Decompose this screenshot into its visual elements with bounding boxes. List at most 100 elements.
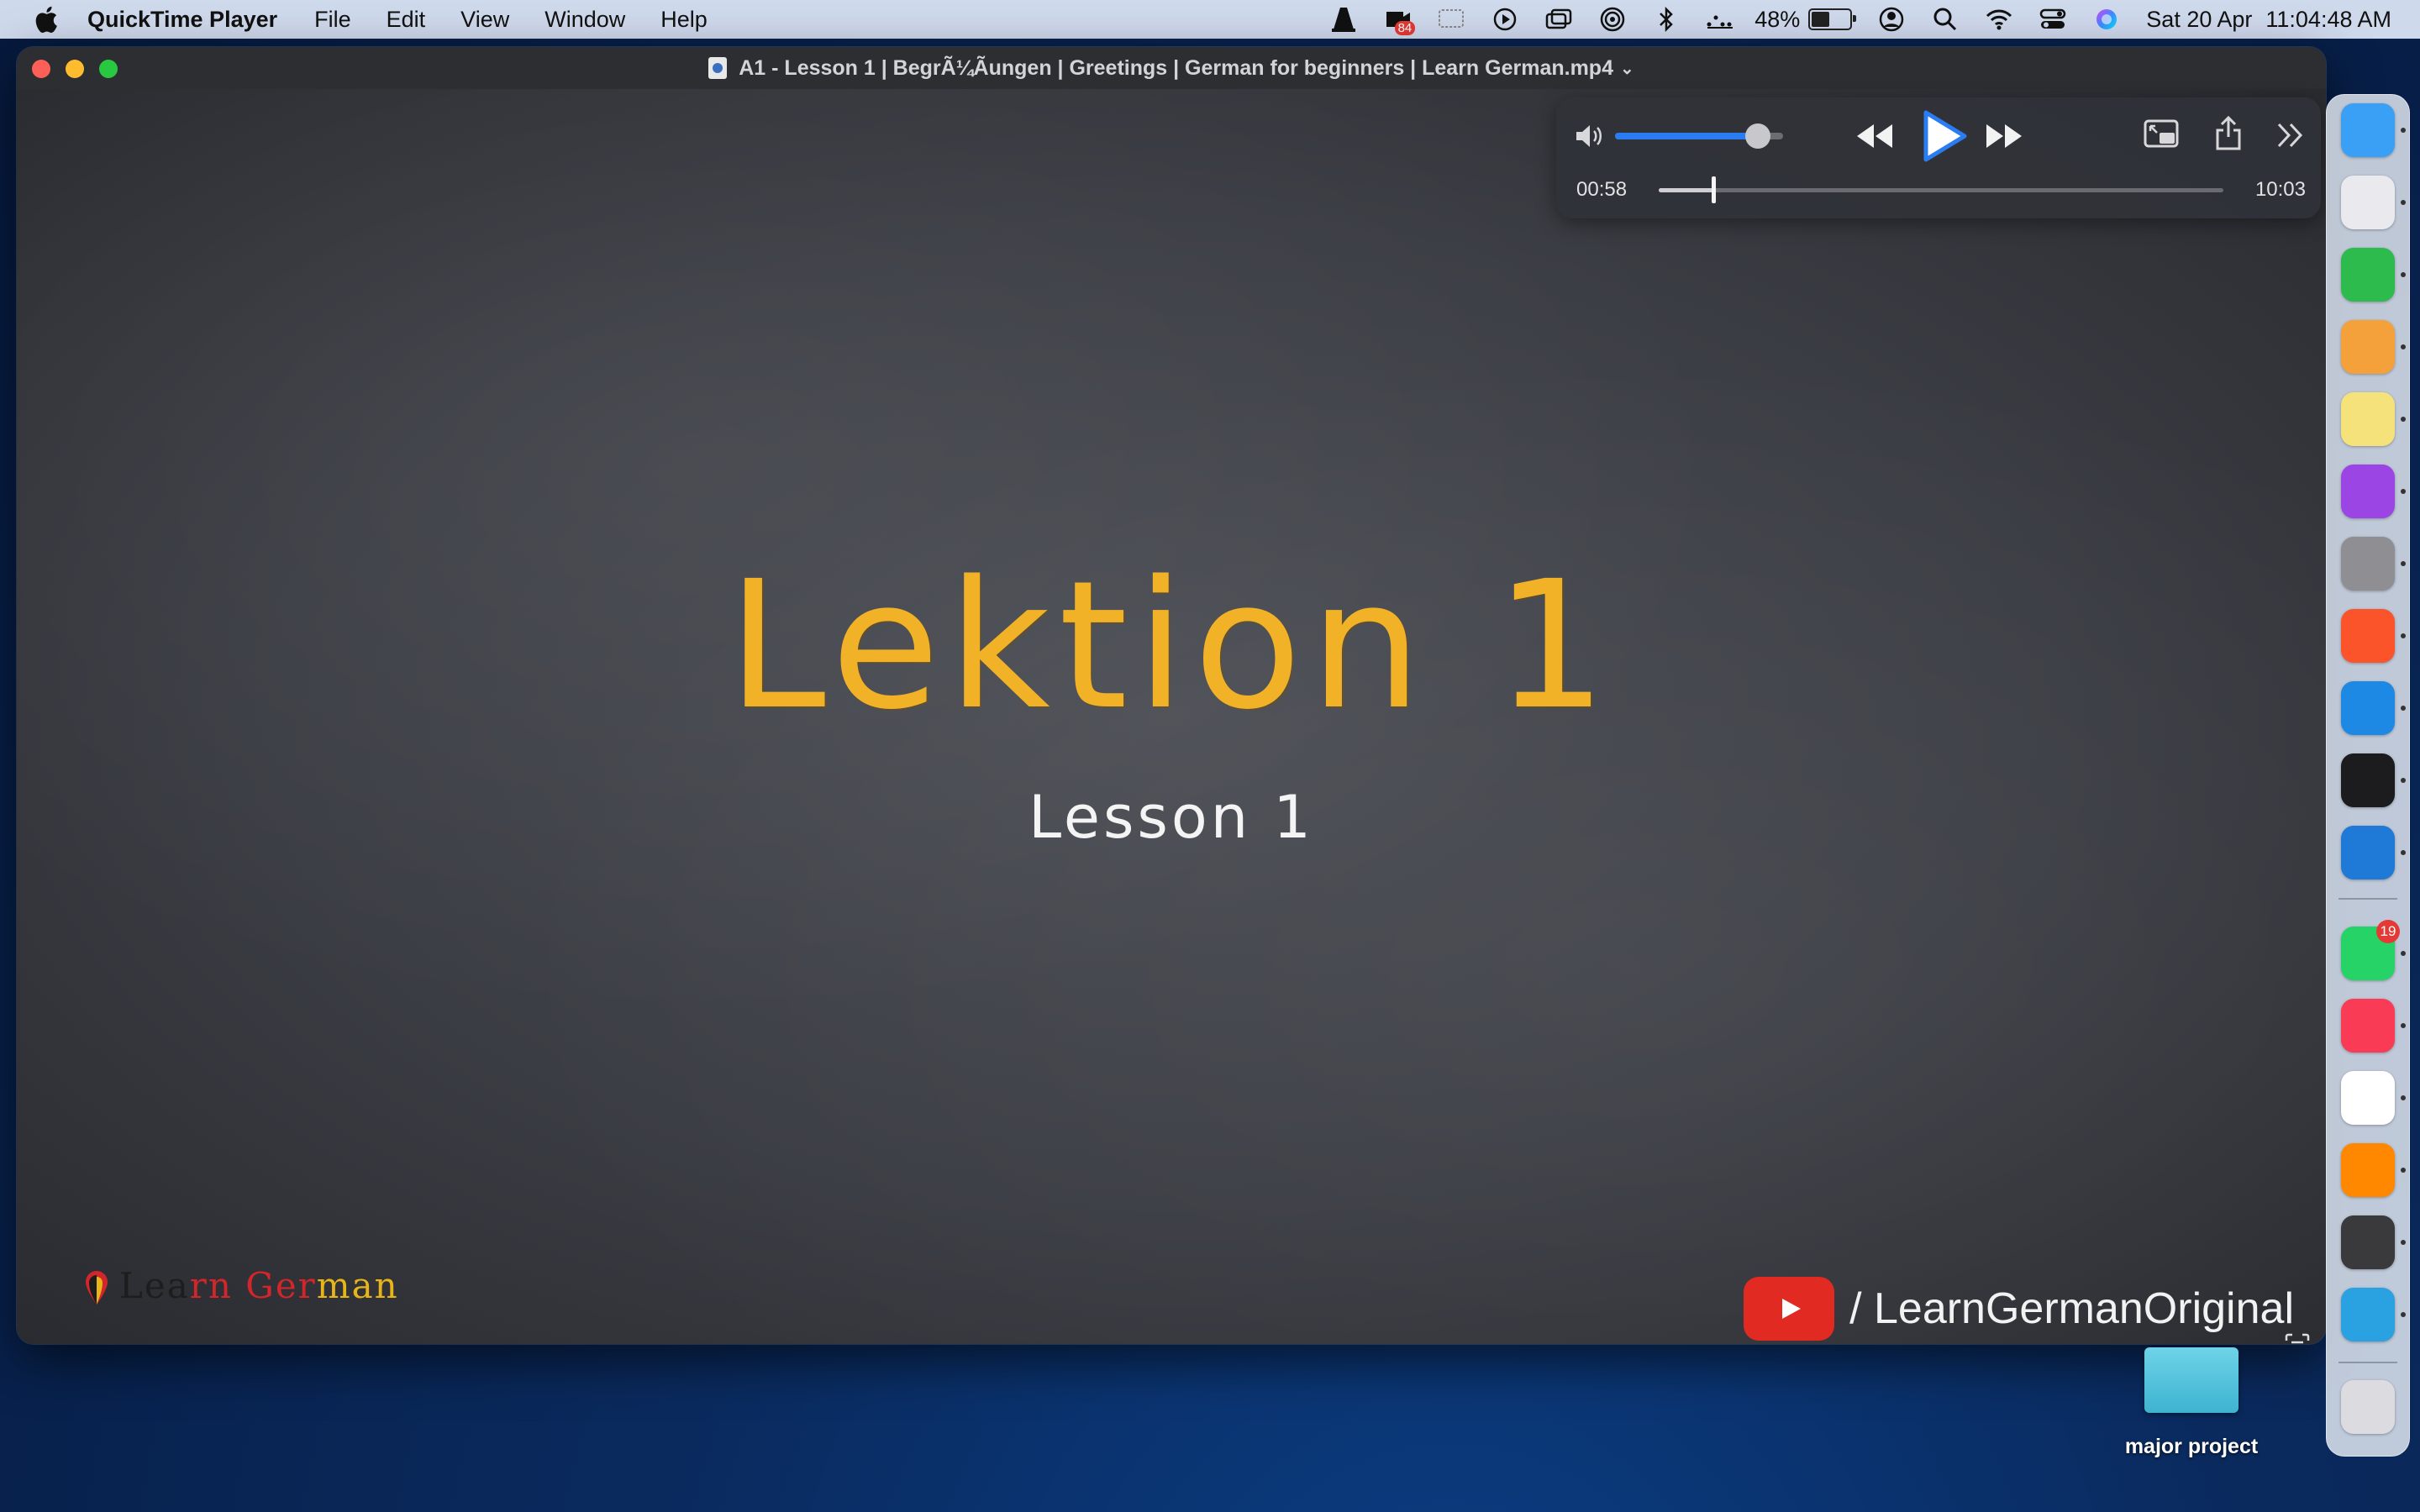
logo-mark-icon (86, 1271, 108, 1305)
menu-app-name[interactable]: QuickTime Player (87, 7, 277, 33)
playhead[interactable] (1711, 176, 1716, 203)
windows-icon[interactable] (1544, 5, 1573, 34)
logo-text-part2: rn Ger (189, 1265, 317, 1306)
menu-file[interactable]: File (314, 7, 351, 33)
more-options-icon[interactable] (2275, 121, 2306, 150)
dock-brave-icon[interactable] (2341, 609, 2395, 663)
menubar-time[interactable]: 11:04:48 AM (2265, 7, 2391, 33)
share-icon[interactable] (2213, 116, 2244, 151)
running-indicator (2401, 344, 2406, 349)
desktop-folder-label[interactable]: major project (2075, 1435, 2307, 1459)
menubar-date[interactable]: Sat 20 Apr (2146, 7, 2252, 33)
running-indicator (2401, 778, 2406, 783)
rewind-icon[interactable] (1854, 121, 1896, 151)
scrubber[interactable] (1659, 176, 2223, 203)
video-heading: Lektion 1 (727, 543, 1616, 748)
dots-icon[interactable] (1706, 5, 1734, 34)
dock-terminal-icon[interactable] (2341, 753, 2395, 807)
dock-notes-icon[interactable] (2341, 392, 2395, 446)
search-icon[interactable] (1931, 5, 1960, 34)
logo-text-part3: man (316, 1265, 399, 1306)
dock-pages-icon[interactable] (2341, 320, 2395, 374)
siri-icon[interactable] (2092, 5, 2121, 34)
airdrop-icon[interactable] (1598, 5, 1627, 34)
running-indicator (2401, 1095, 2406, 1100)
document-icon[interactable] (708, 57, 728, 79)
live-text-icon[interactable] (2284, 1332, 2311, 1344)
menu-help[interactable]: Help (660, 7, 708, 33)
whatsapp-badge: 19 (2376, 920, 2400, 943)
running-indicator (2401, 489, 2406, 494)
running-indicator (2401, 417, 2406, 422)
dock-numbers-icon[interactable] (2341, 248, 2395, 302)
total-time: 10:03 (2254, 178, 2306, 201)
dock-trash-icon[interactable] (2341, 1380, 2395, 1434)
user-icon[interactable] (1877, 5, 1906, 34)
running-indicator (2401, 850, 2406, 855)
running-indicator (2401, 128, 2406, 133)
dock-system-settings-icon[interactable] (2341, 537, 2395, 591)
bluetooth-icon[interactable] (1652, 5, 1681, 34)
dock-whatsapp-icon[interactable]: 19 (2341, 920, 2400, 980)
logo-text-part1: Lea (119, 1265, 190, 1306)
play-button[interactable] (1918, 109, 1968, 163)
window-title[interactable]: A1 - Lesson 1 | BegrÃ¼Ãungen | Greetings… (739, 56, 1613, 81)
menu-edit[interactable]: Edit (387, 7, 426, 33)
battery-icon[interactable] (1808, 8, 1857, 30)
menu-bar: QuickTime Player File Edit View Window H… (0, 0, 2420, 39)
dock-finder-icon[interactable] (2341, 103, 2395, 157)
learn-german-logo: Learn German (84, 1265, 399, 1306)
wifi-icon[interactable] (1985, 5, 2013, 34)
running-indicator (2401, 1240, 2406, 1245)
youtube-icon (1744, 1277, 1835, 1341)
fullscreen-button[interactable] (99, 60, 118, 78)
dock-podcasts-icon[interactable] (2341, 465, 2395, 518)
chevron-down-icon[interactable]: ⌄ (1620, 58, 1634, 79)
folder-icon[interactable] (2144, 1347, 2238, 1413)
volume-knob[interactable] (1745, 123, 1770, 149)
running-indicator (2401, 951, 2406, 956)
running-indicator (2401, 1023, 2406, 1028)
menu-window[interactable]: Window (544, 7, 625, 33)
window-controls (32, 60, 133, 78)
display-icon[interactable] (1437, 5, 1465, 34)
dock-safari-icon[interactable] (2341, 681, 2395, 735)
dock-music-icon[interactable] (2341, 999, 2395, 1053)
dock-telegram-icon[interactable] (2341, 1288, 2395, 1341)
running-indicator (2401, 633, 2406, 638)
running-indicator (2401, 1168, 2406, 1173)
picture-in-picture-icon[interactable] (2143, 118, 2181, 151)
dock-launchpad-icon[interactable] (2341, 176, 2395, 229)
dock-quicktime-icon[interactable] (2341, 1215, 2395, 1269)
vlc-icon[interactable] (1329, 5, 1358, 34)
close-button[interactable] (32, 60, 50, 78)
dock-chrome-icon[interactable] (2341, 1071, 2395, 1125)
channel-name: / LearnGermanOriginal (1849, 1284, 2294, 1333)
control-center-icon[interactable] (2039, 5, 2067, 34)
running-indicator (2401, 561, 2406, 566)
fast-forward-icon[interactable] (1983, 121, 2025, 151)
running-indicator (2401, 1312, 2406, 1317)
record-badge: 84 (1394, 21, 1416, 35)
dock-separator (2338, 1362, 2397, 1363)
volume-slider[interactable] (1615, 123, 1783, 149)
dock-vlc-icon[interactable] (2341, 1143, 2395, 1197)
video-frame[interactable]: Lektion 1 Lesson 1 Learn German / LearnG… (17, 89, 2326, 1344)
video-subheading: Lesson 1 (1028, 783, 1314, 852)
running-indicator (2401, 272, 2406, 277)
youtube-channel: / LearnGermanOriginal (1744, 1277, 2294, 1341)
dock: 19 (2326, 94, 2410, 1457)
title-bar[interactable]: A1 - Lesson 1 | BegrÃ¼Ãungen | Greetings… (17, 47, 2326, 89)
battery-percent: 48% (1754, 6, 1801, 32)
dock-vscode-icon[interactable] (2341, 826, 2395, 879)
playback-controls: 00:58 10:03 (1556, 97, 2321, 218)
menu-view[interactable]: View (460, 7, 509, 33)
volume-icon[interactable] (1573, 121, 1607, 151)
apple-menu-icon[interactable] (32, 4, 59, 34)
quicktime-window: A1 - Lesson 1 | BegrÃ¼Ãungen | Greetings… (17, 47, 2326, 1344)
play-circle-icon[interactable] (1491, 5, 1519, 34)
running-indicator (2401, 200, 2406, 205)
dock-separator (2338, 898, 2397, 900)
record-badge-icon[interactable]: 84 (1383, 5, 1416, 35)
minimize-button[interactable] (66, 60, 84, 78)
